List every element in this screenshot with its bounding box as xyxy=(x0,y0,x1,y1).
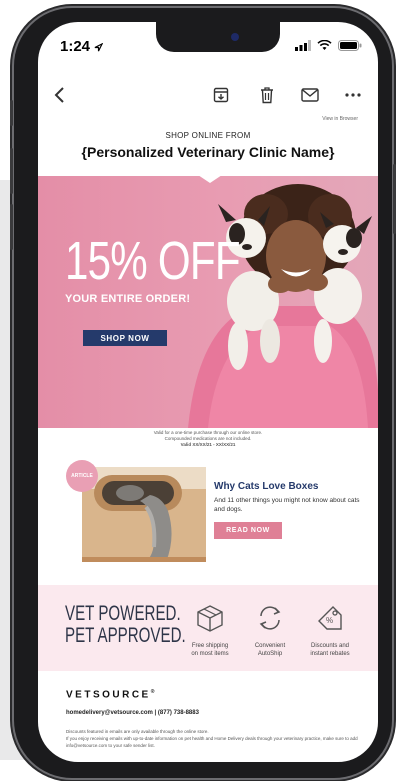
vetsource-logo: VETSOURCE® xyxy=(66,689,155,701)
camera-icon xyxy=(231,33,239,41)
view-in-browser-link[interactable]: View in Browser xyxy=(322,116,358,122)
read-now-button[interactable]: READ NOW xyxy=(214,522,282,539)
contact-info[interactable]: homedelivery@vetsource.com | (877) 738-8… xyxy=(66,710,199,716)
disclaimer-line-2: If you enjoy receiving emails with up-to… xyxy=(66,736,358,748)
trash-icon xyxy=(261,86,273,103)
clinic-name: {Personalized Veterinary Clinic Name} xyxy=(81,144,335,160)
volume-down-button xyxy=(10,204,13,250)
vetsource-logo-text: VETSOURCE xyxy=(66,689,151,701)
feature-autoship: Convenient AutoShip xyxy=(238,603,302,658)
feature-discounts-label-2: instant rebates xyxy=(310,651,350,657)
status-time-text: 1:24 xyxy=(60,38,91,55)
feature-discounts-label-1: Discounts and xyxy=(310,643,350,649)
archive-button[interactable] xyxy=(210,78,232,112)
hero-subtitle: YOUR ENTIRE ORDER! xyxy=(65,293,191,305)
feature-autoship-label-1: Convenient xyxy=(254,643,286,649)
phone-screen: 1:24 View in Browser SHOP ONLINE FROM {P… xyxy=(38,22,378,762)
power-button xyxy=(393,164,396,234)
tagline-line-2: PET APPROVED. xyxy=(65,624,186,647)
hero-discount: 15% OFF xyxy=(65,231,241,291)
shop-now-button[interactable]: SHOP NOW xyxy=(83,330,167,346)
fine-print-line-3: Valid XX/XX/21 - XX/XX/21 xyxy=(180,442,236,447)
autoship-icon xyxy=(259,606,281,630)
fine-print: Valid for a one-time purchase through ou… xyxy=(38,430,378,448)
volume-up-button xyxy=(10,148,13,194)
chevron-left-icon xyxy=(54,87,64,103)
article-text: And 11 other things you might not know a… xyxy=(214,497,360,513)
box-icon xyxy=(197,605,223,632)
notch xyxy=(156,22,280,52)
wifi-icon xyxy=(317,40,332,50)
more-button[interactable] xyxy=(342,78,364,112)
article-badge: ARTICLE xyxy=(66,460,98,492)
status-time: 1:24 xyxy=(60,38,104,55)
tag-icon: % xyxy=(318,606,342,630)
delete-button[interactable] xyxy=(256,78,278,112)
article-image[interactable] xyxy=(82,467,206,562)
more-icon xyxy=(345,93,361,97)
back-button[interactable] xyxy=(48,78,70,112)
mail-toolbar xyxy=(38,78,378,112)
mail-button[interactable] xyxy=(298,78,322,112)
vet-powered-tagline: VET POWERED. PET APPROVED. xyxy=(65,603,186,647)
hero-banner[interactable]: 15% OFF YOUR ENTIRE ORDER! SHOP NOW xyxy=(38,176,378,428)
envelope-icon xyxy=(301,88,319,102)
feature-autoship-label-2: AutoShip xyxy=(257,651,283,657)
feature-discounts: % Discounts and instant rebates xyxy=(298,603,362,658)
signal-icon xyxy=(295,40,311,51)
feature-free-shipping-label-1: Free shipping xyxy=(191,643,229,649)
shop-online-heading: SHOP ONLINE FROM xyxy=(165,131,251,140)
svg-text:%: % xyxy=(326,616,333,625)
status-icons xyxy=(295,40,362,51)
cat-box-illustration xyxy=(82,467,206,562)
mute-switch xyxy=(10,100,13,126)
archive-icon xyxy=(213,87,229,103)
location-arrow-icon xyxy=(94,42,104,51)
article-title[interactable]: Why Cats Love Boxes xyxy=(214,481,318,492)
feature-free-shipping: Free shipping on most items xyxy=(178,603,242,658)
vet-powered-panel: VET POWERED. PET APPROVED. Free shipping… xyxy=(38,585,378,671)
feature-free-shipping-label-2: on most items xyxy=(191,651,229,657)
battery-icon xyxy=(338,40,362,51)
tagline-line-1: VET POWERED. xyxy=(65,602,181,625)
disclaimer-line-1: Discounts featured in emails are only av… xyxy=(66,729,209,734)
disclaimer: Discounts featured in emails are only av… xyxy=(66,728,366,749)
